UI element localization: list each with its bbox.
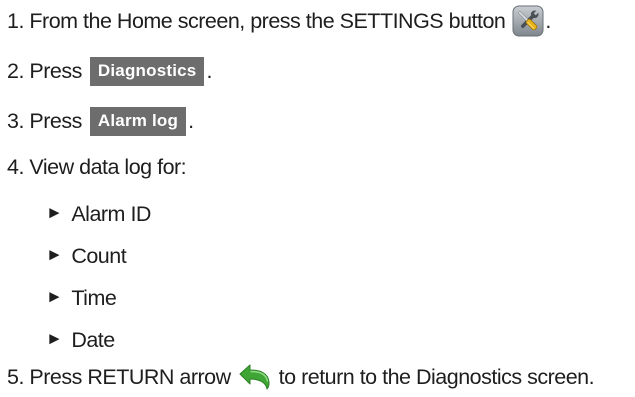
step-text: From the Home screen, press the SETTINGS… [29, 8, 506, 33]
step-2: 2. Press Diagnostics. [7, 53, 212, 89]
diagnostics-button[interactable]: Diagnostics [89, 56, 205, 86]
bullet-arrow-icon: ► [46, 203, 63, 222]
step-text: Press [29, 108, 82, 133]
list-item-label: Date [71, 327, 115, 352]
step-number: 1. [7, 8, 24, 33]
step-1: 1. From the Home screen, press the SETTI… [7, 3, 551, 39]
list-item-alarm-id: ► Alarm ID [46, 196, 151, 232]
step-4: 4. View data log for: [7, 149, 187, 185]
step-number: 2. [7, 58, 24, 83]
return-arrow-icon [238, 364, 272, 390]
step-text: View data log for: [29, 154, 187, 179]
list-item-count: ► Count [46, 238, 127, 274]
step-text-end: . [545, 8, 551, 33]
step-3: 3. Press Alarm log. [7, 103, 194, 139]
list-item-time: ► Time [46, 280, 117, 316]
bullet-arrow-icon: ► [46, 245, 63, 264]
settings-tools-icon [512, 5, 544, 37]
alarm-log-button[interactable]: Alarm log [89, 106, 187, 136]
step-5: 5. Press RETURN arrow to return to the D… [7, 359, 595, 395]
step-number: 5. [7, 364, 24, 389]
step-text: Press [29, 58, 82, 83]
step-text-end: . [188, 108, 194, 133]
step-text-end: to return to the Diagnostics screen. [278, 364, 595, 389]
bullet-arrow-icon: ► [46, 329, 63, 348]
step-text: Press RETURN arrow [29, 364, 231, 389]
bullet-arrow-icon: ► [46, 287, 63, 306]
step-text-end: . [206, 58, 212, 83]
list-item-label: Count [71, 243, 127, 268]
list-item-label: Alarm ID [71, 201, 151, 226]
list-item-label: Time [71, 285, 117, 310]
step-number: 3. [7, 108, 24, 133]
step-number: 4. [7, 154, 24, 179]
list-item-date: ► Date [46, 322, 115, 358]
